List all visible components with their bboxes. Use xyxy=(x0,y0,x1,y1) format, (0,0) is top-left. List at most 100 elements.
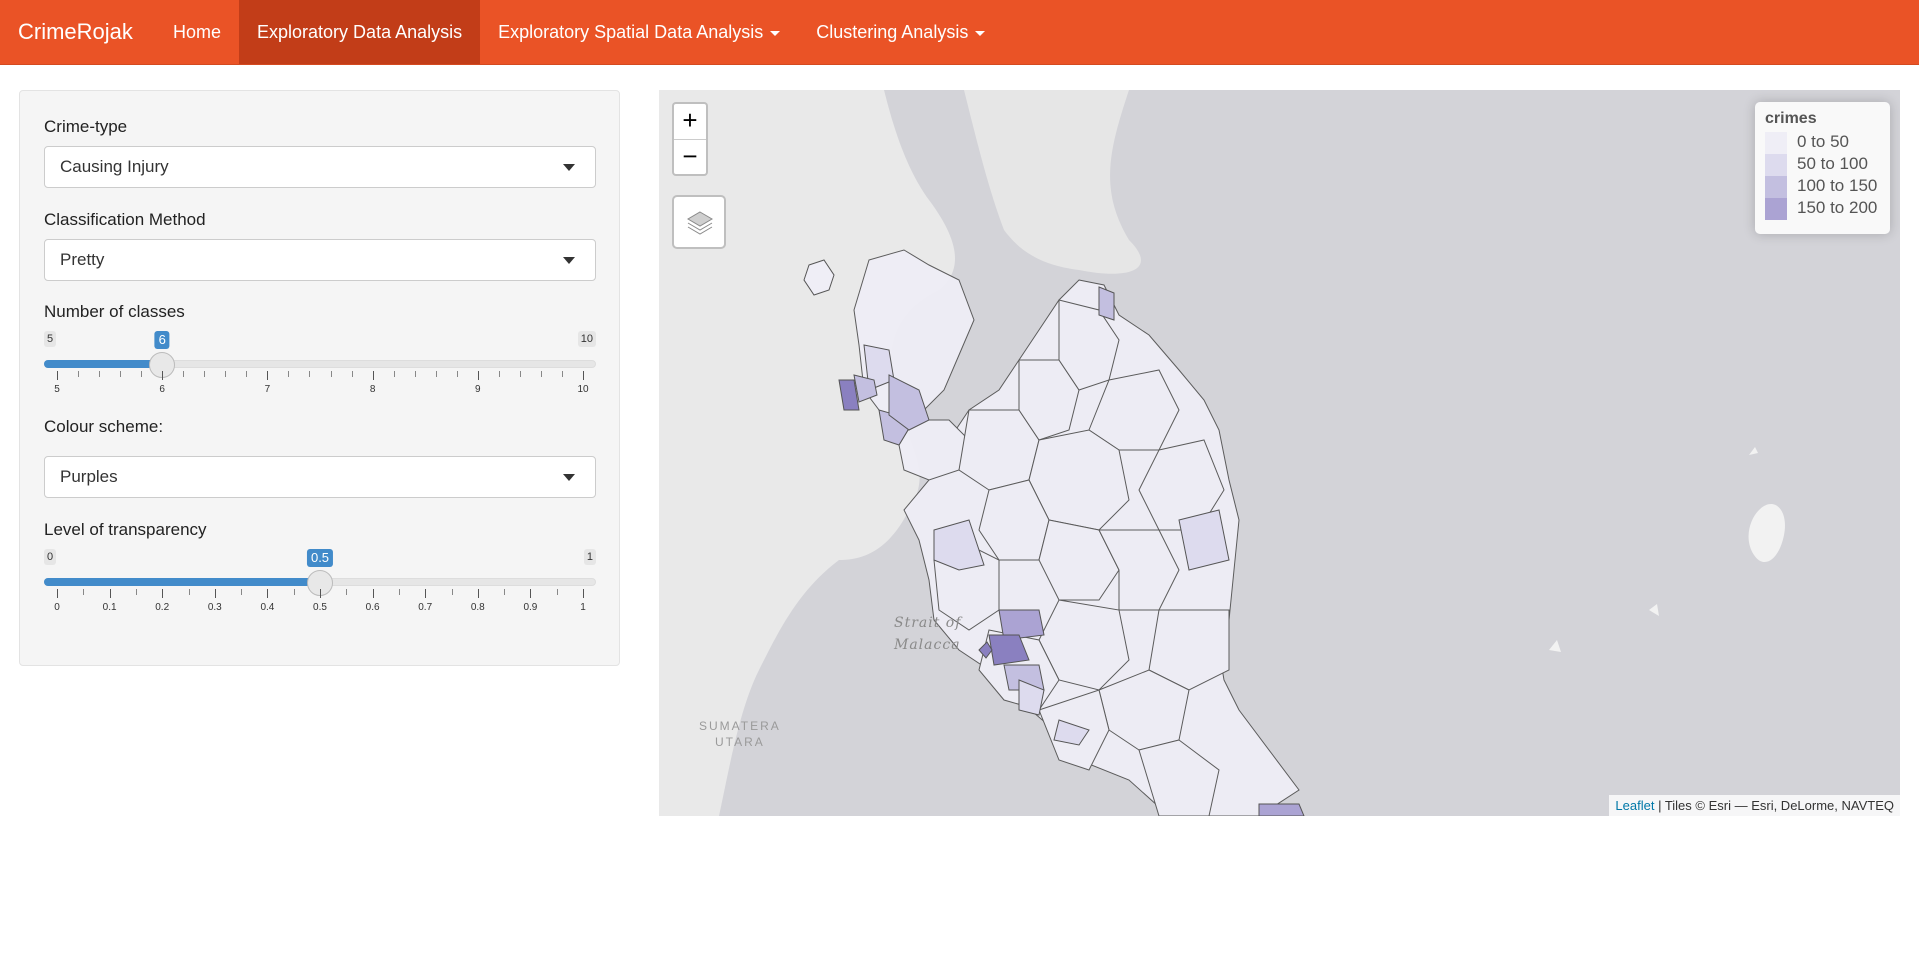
nav-menu: Home Exploratory Data Analysis Explorato… xyxy=(155,0,1003,64)
crime-type-value: Causing Injury xyxy=(60,157,169,176)
nav-eda-label: Exploratory Data Analysis xyxy=(257,22,463,42)
slider-tick xyxy=(225,371,227,377)
nav-home[interactable]: Home xyxy=(155,0,239,64)
slider-tick-label: 0.9 xyxy=(523,602,538,613)
slider-tick xyxy=(477,589,479,598)
slider-tick xyxy=(519,371,521,377)
classification-method-value: Pretty xyxy=(60,250,105,269)
slider-tick xyxy=(109,589,111,598)
slider-tick xyxy=(372,371,374,380)
number-of-classes-label: Number of classes xyxy=(44,302,185,321)
zoom-out-button[interactable]: − xyxy=(674,140,706,175)
navbar: CrimeRojak Home Exploratory Data Analysi… xyxy=(0,0,1919,65)
legend-item: 150 to 200 xyxy=(1765,197,1880,220)
colour-scheme-label: Colour scheme: xyxy=(44,417,164,436)
slider-tick xyxy=(188,589,190,595)
legend-item: 100 to 150 xyxy=(1765,175,1880,198)
slider-tick-label: 9 xyxy=(475,384,481,395)
attribution-text: | Tiles © Esri — Esri, DeLorme, NAVTEQ xyxy=(1654,798,1894,813)
slider-tick xyxy=(204,371,206,377)
slider-tick xyxy=(477,371,479,380)
slider-tick-label: 0.5 xyxy=(313,602,327,613)
nav-home-label: Home xyxy=(173,22,222,42)
number-of-classes-slider[interactable]: 5 10 6 5 6 7 8 9 10 xyxy=(44,331,596,401)
map-attribution: Leaflet | Tiles © Esri — Esri, DeLorme, … xyxy=(1609,795,1900,816)
slider-tick xyxy=(120,371,122,377)
slider-tick xyxy=(451,589,453,595)
transparency-slider[interactable]: 0 1 0.5 0 0.1 0.2 0.3 0.4 0.5 0.6 0.7 0.8 0.9 1 xyxy=(44,549,596,619)
caret-down-icon xyxy=(770,30,781,36)
slider-max-label: 1 xyxy=(583,549,596,565)
district-polygons xyxy=(803,249,1305,816)
slider-ticks: 0 0.1 0.2 0.3 0.4 0.5 0.6 0.7 0.8 0.9 1 xyxy=(54,589,586,619)
slider-tick xyxy=(530,589,532,598)
nav-exploratory-data-analysis[interactable]: Exploratory Data Analysis xyxy=(239,0,481,64)
leaflet-link[interactable]: Leaflet xyxy=(1615,798,1654,813)
chevron-down-icon xyxy=(563,474,575,481)
slider-tick xyxy=(556,589,558,595)
slider-tick xyxy=(320,589,321,598)
slider-tick xyxy=(456,371,458,377)
slider-tick xyxy=(393,371,395,377)
slider-tick xyxy=(583,589,584,598)
slider-fill xyxy=(44,578,320,586)
slider-tick xyxy=(293,589,295,595)
slider-ticks: 5 6 7 8 9 10 xyxy=(54,371,589,401)
slider-tick xyxy=(57,589,58,598)
layers-button[interactable] xyxy=(672,195,726,249)
legend-item: 50 to 100 xyxy=(1765,153,1880,176)
slider-tick xyxy=(398,589,400,595)
brand-title[interactable]: CrimeRojak xyxy=(18,0,133,64)
slider-tick-label: 0.7 xyxy=(418,602,433,613)
slider-tick-label: 5 xyxy=(54,384,60,395)
slider-tick-label: 0.1 xyxy=(102,602,117,613)
nav-clustering-label: Clustering Analysis xyxy=(816,22,969,42)
sidebar-panel: Crime-type Causing Injury Classification… xyxy=(19,90,620,666)
slider-tick xyxy=(288,371,290,377)
legend-item: 0 to 50 xyxy=(1765,131,1880,154)
slider-tick xyxy=(214,589,216,598)
map-land-label: SUMATERA UTARA xyxy=(699,719,781,749)
colour-scheme-select[interactable]: Purples xyxy=(44,456,596,498)
chevron-down-icon xyxy=(563,164,575,171)
slider-fill xyxy=(44,360,163,368)
crime-type-select[interactable]: Causing Injury xyxy=(44,146,596,188)
zoom-in-button[interactable]: + xyxy=(674,104,706,140)
slider-tick xyxy=(351,371,353,377)
slider-tick xyxy=(309,371,311,377)
nav-exploratory-spatial-data-analysis[interactable]: Exploratory Spatial Data Analysis xyxy=(480,0,798,64)
slider-value-label: 0.5 xyxy=(306,549,334,567)
slider-tick-label: 0.8 xyxy=(470,602,485,613)
choropleth-map[interactable]: Strait of Malacca SUMATERA UTARA + − cri… xyxy=(659,90,1900,816)
transparency-label: Level of transparency xyxy=(44,520,207,539)
classification-method-select[interactable]: Pretty xyxy=(44,239,596,281)
colour-scheme-value: Purples xyxy=(60,467,118,486)
slider-max-label: 10 xyxy=(577,331,596,347)
zoom-control: + − xyxy=(672,102,708,176)
slider-tick xyxy=(561,371,563,377)
legend-label: 150 to 200 xyxy=(1797,198,1878,217)
slider-tick xyxy=(583,371,584,380)
legend-label: 100 to 150 xyxy=(1797,176,1878,195)
legend-swatch xyxy=(1765,176,1787,198)
slider-tick xyxy=(330,371,332,377)
legend-label: 50 to 100 xyxy=(1797,154,1868,173)
slider-tick-label: 7 xyxy=(264,384,271,395)
nav-esda-label: Exploratory Spatial Data Analysis xyxy=(498,22,764,42)
crime-type-label: Crime-type xyxy=(44,117,128,136)
slider-tick xyxy=(246,371,248,377)
legend-swatch xyxy=(1765,132,1787,154)
legend-label: 0 to 50 xyxy=(1797,132,1849,151)
nav-clustering-analysis[interactable]: Clustering Analysis xyxy=(798,0,1003,64)
slider-tick xyxy=(183,371,185,377)
slider-tick-label: 10 xyxy=(577,384,589,395)
slider-min-label: 0 xyxy=(44,549,57,565)
slider-tick xyxy=(241,589,243,595)
slider-tick-label: 6 xyxy=(159,384,165,395)
slider-tick xyxy=(162,371,164,380)
slider-tick xyxy=(135,589,137,595)
slider-tick xyxy=(57,371,58,380)
chevron-down-icon xyxy=(563,257,575,264)
slider-tick-label: 0.6 xyxy=(365,602,380,613)
map-sea-label: Strait of Malacca xyxy=(894,615,962,653)
